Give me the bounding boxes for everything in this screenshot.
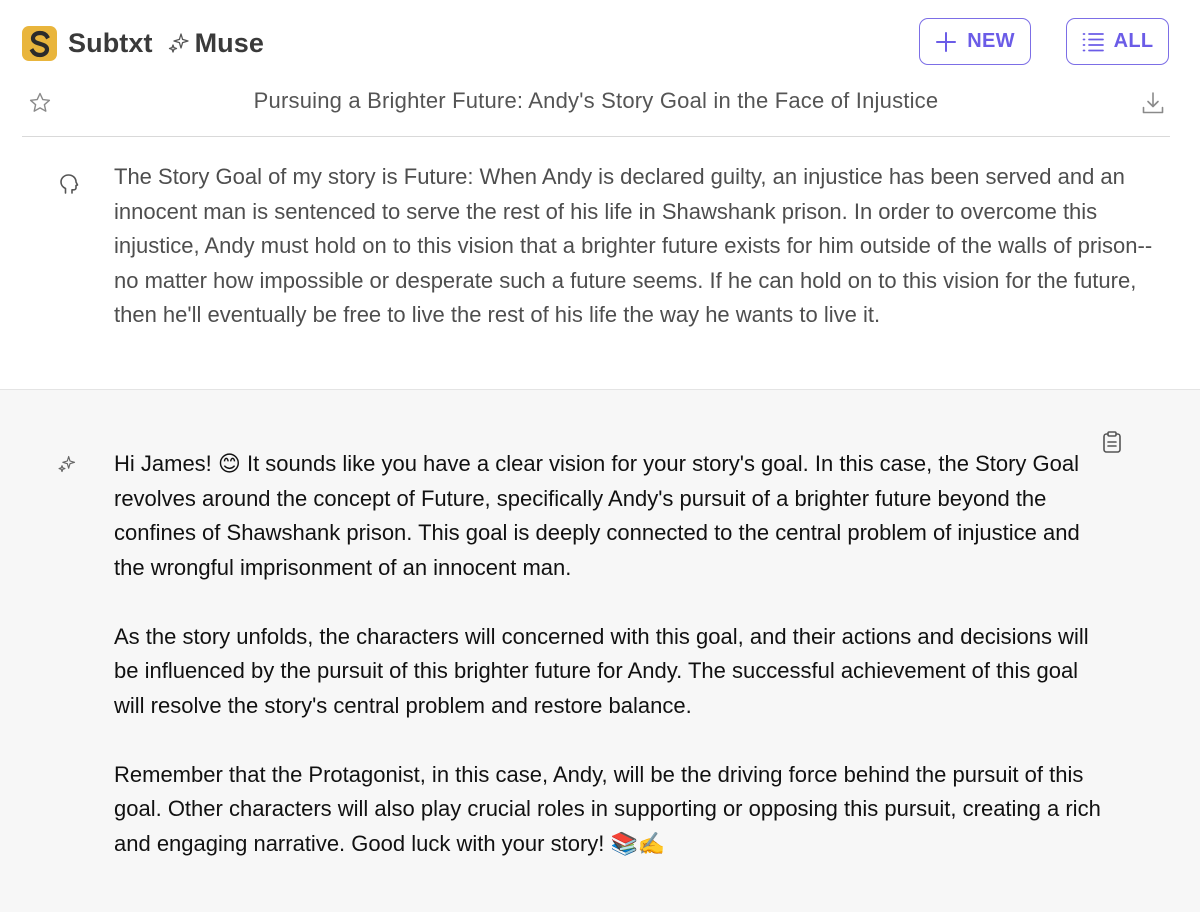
sparkle-icon <box>57 454 77 479</box>
response-paragraph: Remember that the Protagonist, in this c… <box>114 761 1101 856</box>
response-paragraph: Hi James! 😊 It sounds like you have a cl… <box>114 451 1080 580</box>
assistant-message: Hi James! 😊 It sounds like you have a cl… <box>0 390 1200 912</box>
conversation-titlebar: Pursuing a Brighter Future: Andy's Story… <box>22 86 1170 137</box>
sparkle-icon <box>167 31 191 55</box>
all-chats-button[interactable]: ALL <box>1066 18 1169 65</box>
subtxt-logo-icon[interactable] <box>22 26 57 61</box>
new-chat-button[interactable]: NEW <box>919 18 1031 65</box>
all-button-label: ALL <box>1113 30 1154 52</box>
user-head-icon <box>58 173 80 200</box>
user-message: The Story Goal of my story is Future: Wh… <box>0 137 1200 390</box>
app-header: Subtxt Muse NEW ALL <box>0 0 1200 86</box>
list-icon <box>1082 32 1104 51</box>
product-name: Muse <box>194 27 265 58</box>
assistant-message-text: Hi James! 😊 It sounds like you have a cl… <box>114 447 1114 861</box>
new-button-label: NEW <box>967 30 1015 52</box>
brand: Subtxt Muse <box>68 26 264 60</box>
plus-icon <box>936 31 957 52</box>
user-message-text: The Story Goal of my story is Future: Wh… <box>114 164 1153 327</box>
brand-name: Subtxt <box>68 27 153 58</box>
response-paragraph: As the story unfolds, the characters wil… <box>114 623 1089 718</box>
download-icon[interactable] <box>1140 90 1166 121</box>
conversation-title: Pursuing a Brighter Future: Andy's Story… <box>253 88 939 113</box>
